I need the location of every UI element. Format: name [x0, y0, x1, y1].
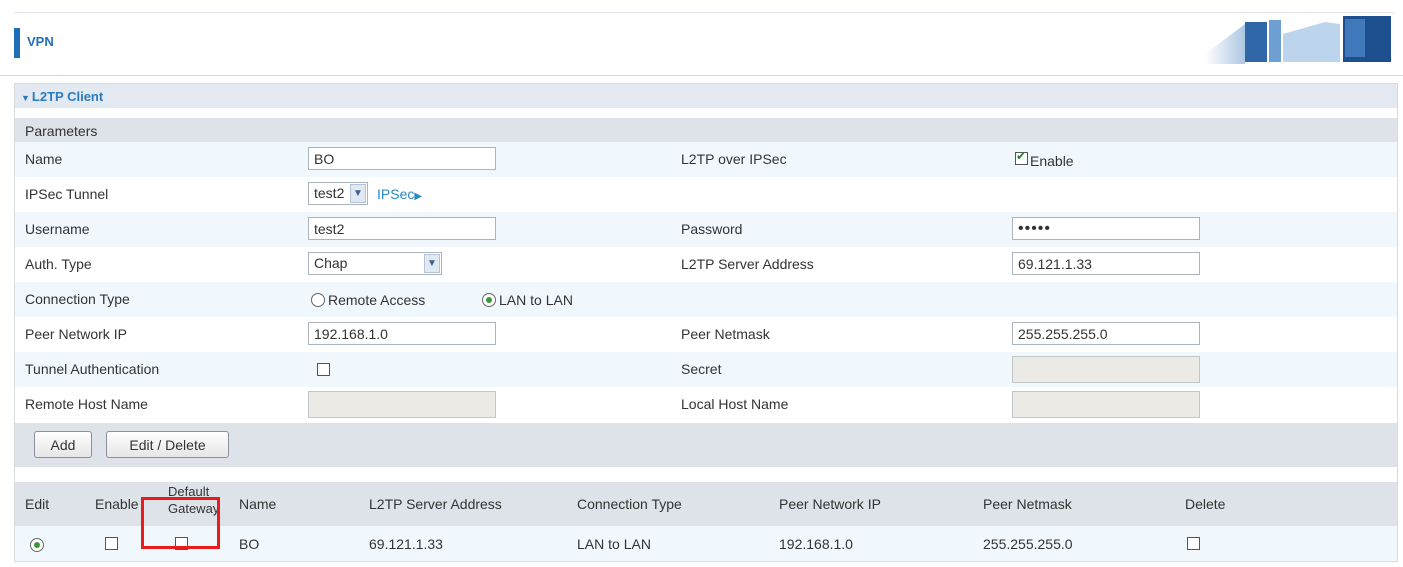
auth-type-label: Auth. Type [25, 256, 92, 272]
name-input[interactable] [308, 147, 496, 170]
row-peer-netmask-cell: 255.255.255.0 [983, 536, 1073, 552]
form-row-username: Username Password ••••• [15, 212, 1397, 247]
ipsec-link-label: IPSec [377, 186, 415, 202]
ipsec-tunnel-select[interactable]: test2 ▼ [308, 182, 368, 205]
ipsec-tunnel-label: IPSec Tunnel [25, 186, 109, 202]
add-button[interactable]: Add [34, 431, 92, 458]
col-server-header: L2TP Server Address [369, 496, 502, 512]
row-connection-type-cell: LAN to LAN [577, 536, 651, 552]
name-label: Name [25, 151, 63, 167]
action-button-bar: Add Edit / Delete [15, 423, 1397, 467]
remote-access-radio[interactable] [311, 293, 325, 307]
l2tp-over-ipsec-checkbox[interactable] [1015, 149, 1028, 165]
chevron-down-icon: ▼ [424, 254, 440, 273]
tunnel-auth-label: Tunnel Authentication [25, 361, 160, 377]
form-row-peer-network: Peer Network IP Peer Netmask [15, 317, 1397, 352]
header-decorative-graphic [1205, 16, 1391, 64]
parameters-header-bar: Parameters [15, 118, 1397, 142]
form-row-host-names: Remote Host Name Local Host Name [15, 387, 1397, 422]
l2tp-client-panel: ▼L2TP Client Parameters Name L2TP over I… [14, 83, 1398, 562]
lan-to-lan-label: LAN to LAN [499, 292, 573, 308]
form-row-ipsec-tunnel: IPSec Tunnel test2 ▼ IPSec▶ [15, 177, 1397, 212]
remote-host-input[interactable] [308, 391, 496, 418]
peer-netmask-label: Peer Netmask [681, 326, 770, 342]
col-enable-header: Enable [95, 496, 139, 512]
peer-network-ip-label: Peer Network IP [25, 326, 127, 342]
row-enable-checkbox[interactable] [105, 537, 118, 550]
edit-delete-button[interactable]: Edit / Delete [106, 431, 229, 458]
remote-access-label: Remote Access [328, 292, 426, 308]
header-divider [14, 12, 1395, 13]
form-row-name: Name L2TP over IPSec Enable [15, 142, 1397, 177]
form-row-auth-type: Auth. Type Chap ▼ L2TP Server Address [15, 247, 1397, 282]
local-host-input[interactable] [1012, 391, 1200, 418]
peer-network-ip-input[interactable] [308, 322, 496, 345]
parameters-title: Parameters [25, 123, 98, 139]
table-header-row: Edit Enable Default Gateway Name L2TP Se… [15, 482, 1397, 526]
secret-label: Secret [681, 361, 722, 377]
row-edit-radio[interactable] [30, 538, 44, 552]
server-address-label: L2TP Server Address [681, 256, 814, 272]
page-title: VPN [27, 34, 54, 49]
col-connection-type-header: Connection Type [577, 496, 682, 512]
table-row: BO 69.121.1.33 LAN to LAN 192.168.1.0 25… [15, 526, 1397, 561]
l2tp-over-ipsec-label: L2TP over IPSec [681, 151, 787, 167]
arrow-right-icon: ▶ [414, 191, 423, 202]
section-title[interactable]: ▼ L2TP Client [21, 89, 103, 104]
section-title-label: L2TP Client [31, 89, 104, 104]
lan-to-lan-radio[interactable] [482, 293, 496, 307]
username-label: Username [25, 221, 90, 237]
auth-type-selected-value: Chap [314, 255, 348, 271]
header-accent-bar [14, 28, 20, 58]
server-address-input[interactable] [1012, 252, 1200, 275]
form-row-tunnel-auth: Tunnel Authentication Secret [15, 352, 1397, 387]
row-server-cell: 69.121.1.33 [369, 536, 443, 552]
username-input[interactable] [308, 217, 496, 240]
row-name-cell: BO [239, 536, 260, 552]
row-peer-ip-cell: 192.168.1.0 [779, 536, 853, 552]
chevron-down-icon: ▼ [350, 184, 366, 203]
ipsec-link[interactable]: IPSec▶ [377, 186, 422, 202]
password-input[interactable]: ••••• [1012, 217, 1200, 240]
collapse-triangle-icon: ▼ [21, 93, 30, 103]
col-delete-header: Delete [1185, 496, 1226, 512]
peer-netmask-input[interactable] [1012, 322, 1200, 345]
remote-host-label: Remote Host Name [25, 396, 148, 412]
section-header-bar[interactable]: ▼ L2TP Client [15, 84, 1397, 108]
local-host-label: Local Host Name [681, 396, 789, 412]
row-delete-checkbox[interactable] [1187, 537, 1200, 550]
col-peer-ip-header: Peer Network IP [779, 496, 881, 512]
enable-checkbox-label: Enable [1030, 153, 1074, 169]
secret-input[interactable] [1012, 356, 1200, 383]
col-name-header: Name [239, 496, 277, 512]
col-edit-header: Edit [25, 496, 50, 512]
form-row-connection-type: Connection Type Remote Access LAN to LAN [15, 282, 1397, 317]
tunnel-auth-checkbox[interactable] [317, 363, 330, 376]
password-label: Password [681, 221, 743, 237]
default-gateway-highlight-box [141, 497, 220, 549]
ipsec-tunnel-selected-value: test2 [314, 185, 345, 201]
connection-type-label: Connection Type [25, 291, 130, 307]
col-peer-netmask-header: Peer Netmask [983, 496, 1072, 512]
auth-type-select[interactable]: Chap ▼ [308, 252, 442, 275]
page-header: VPN [0, 0, 1403, 76]
